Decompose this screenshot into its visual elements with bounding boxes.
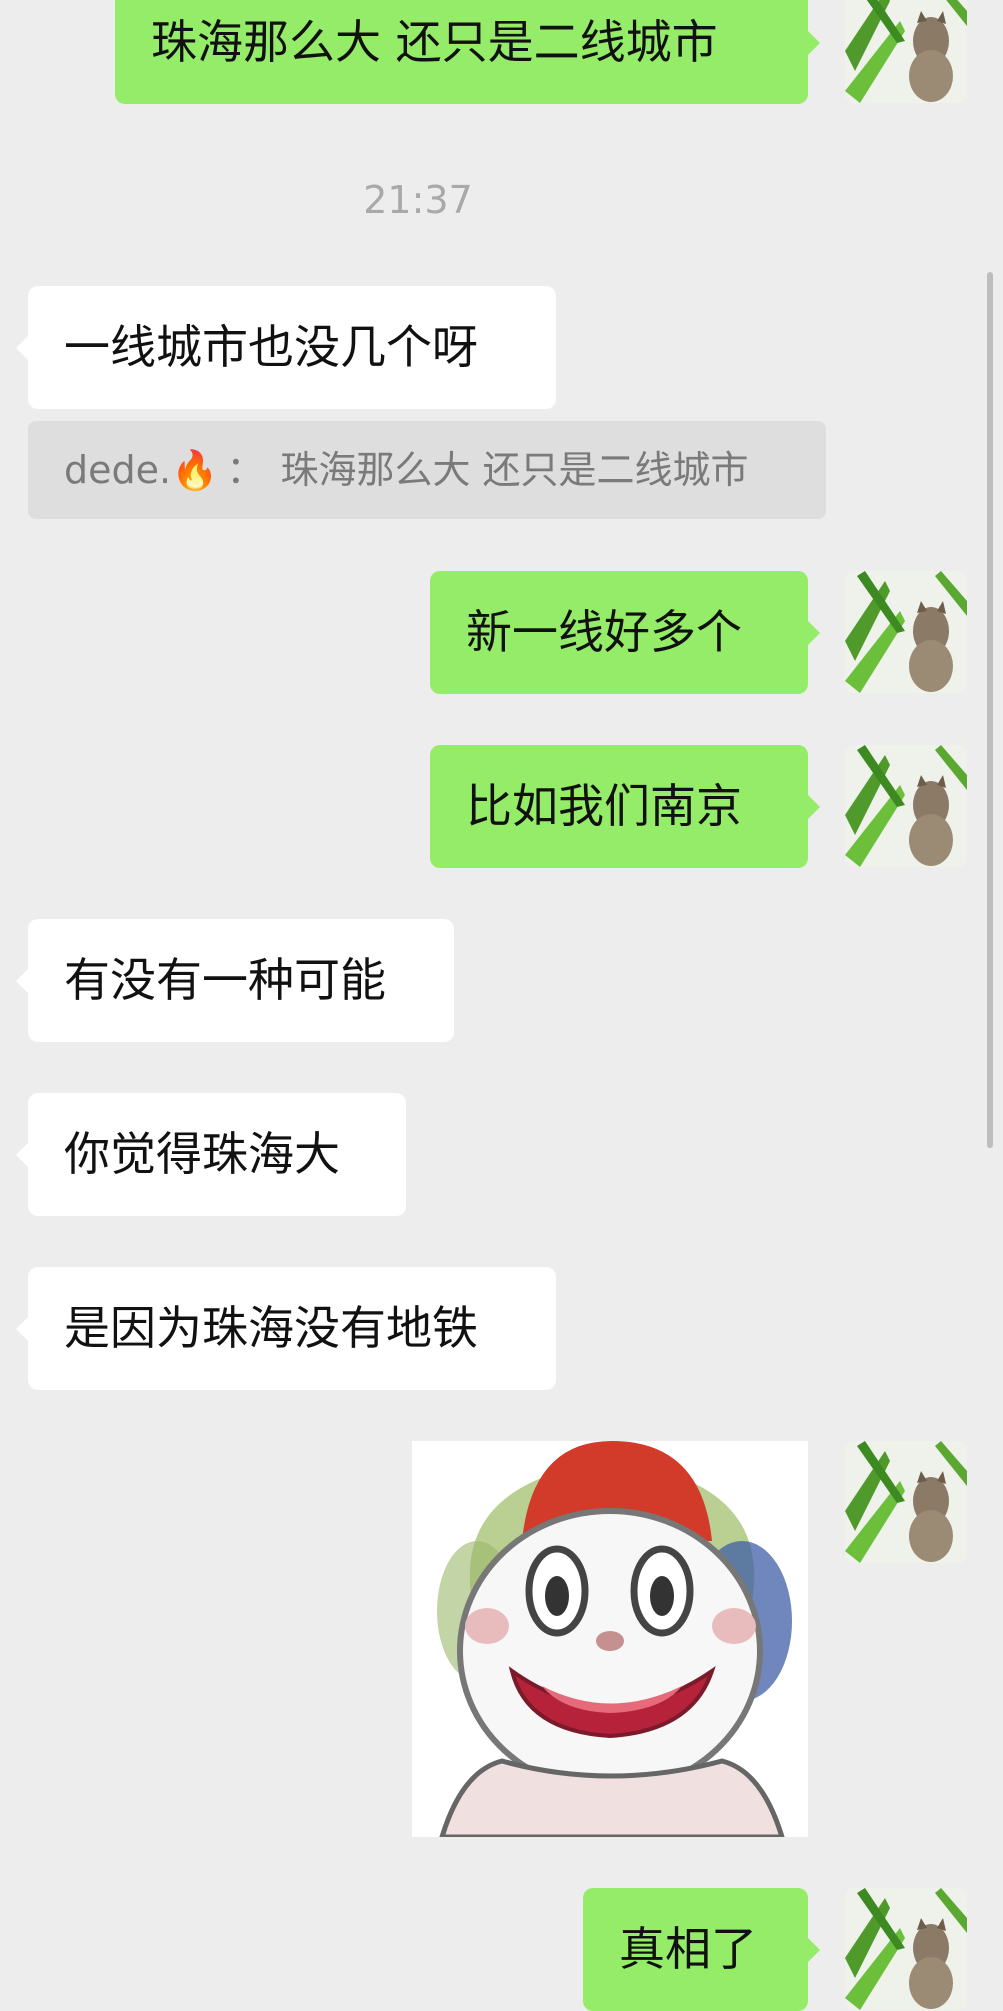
user-avatar[interactable] [845, 1441, 967, 1563]
message-bubble-outgoing[interactable]: 新一线好多个 [430, 571, 820, 694]
scrollbar-thumb[interactable] [987, 272, 993, 1148]
cat-avatar-icon [845, 571, 967, 693]
message-bubble-outgoing[interactable]: 真相了 [583, 1888, 820, 2011]
message-bubble-incoming[interactable]: 是因为珠海没有地铁 [16, 1267, 556, 1390]
quote-colon: ： [226, 448, 265, 492]
message-bubble-incoming[interactable]: 有没有一种可能 [16, 919, 454, 1042]
cat-avatar-icon [845, 0, 967, 103]
message-bubble-incoming[interactable]: 一线城市也没几个呀 [16, 286, 556, 409]
timestamp: 21:37 [363, 178, 473, 222]
user-avatar[interactable] [845, 745, 967, 867]
user-avatar[interactable] [845, 571, 967, 693]
cat-avatar-icon [845, 745, 967, 867]
user-avatar[interactable] [845, 0, 967, 103]
quoted-message[interactable]: dede.🔥： 珠海那么大 还只是二线城市 [28, 421, 826, 519]
message-bubble-incoming[interactable]: 你觉得珠海大 [16, 1093, 406, 1216]
quote-text: 珠海那么大 还只是二线城市 [280, 448, 749, 492]
user-avatar[interactable] [845, 1888, 967, 2010]
clown-face-icon [412, 1441, 808, 1837]
fire-emoji-icon: 🔥 [171, 448, 219, 492]
cat-avatar-icon [845, 1441, 967, 1563]
clown-face-sticker[interactable] [412, 1441, 808, 1837]
message-bubble-outgoing[interactable]: 珠海那么大 还只是二线城市 [115, 0, 820, 104]
quote-sender: dede. [64, 448, 172, 492]
cat-avatar-icon [845, 1888, 967, 2010]
message-bubble-outgoing[interactable]: 比如我们南京 [430, 745, 820, 868]
